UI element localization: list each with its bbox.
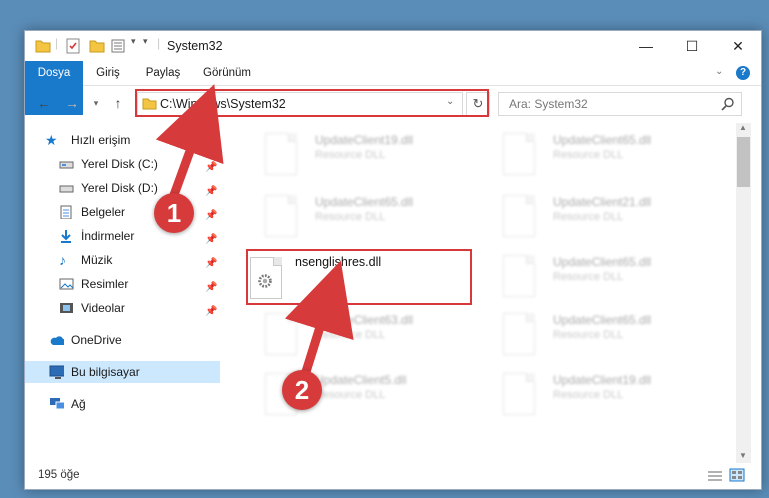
callout-1: 1 <box>154 193 194 233</box>
arrow-to-address-bar <box>155 84 224 200</box>
callout-2: 2 <box>282 370 322 410</box>
annotation-arrows <box>155 84 354 380</box>
arrow-to-file <box>284 260 354 380</box>
